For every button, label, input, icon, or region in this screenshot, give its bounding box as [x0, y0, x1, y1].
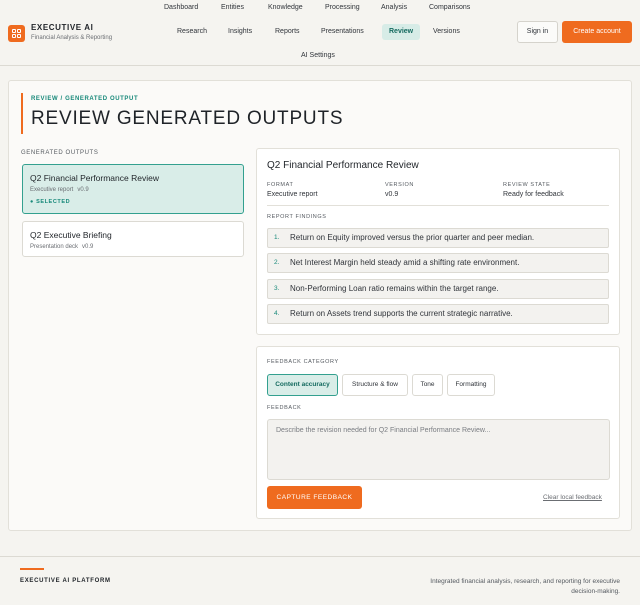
feedback-card: FEEDBACK CATEGORY Content accuracy Struc…: [256, 346, 620, 519]
finding-text: Net Interest Margin held steady amid a s…: [290, 258, 520, 267]
nav-insights[interactable]: Insights: [221, 24, 259, 40]
review-title: Q2 Financial Performance Review: [267, 160, 419, 171]
page-title: REVIEW GENERATED OUTPUTS: [31, 108, 344, 129]
nav-review[interactable]: Review: [382, 24, 421, 40]
footer-description: Integrated financial analysis, research,…: [430, 578, 620, 595]
category-chip-content-accuracy[interactable]: Content accuracy: [267, 374, 338, 396]
nav-reports[interactable]: Reports: [268, 24, 307, 40]
finding-text: Return on Equity improved versus the pri…: [290, 233, 535, 242]
site-footer: EXECUTIVE AI PLATFORM Integrated financi…: [0, 556, 640, 605]
finding-text: Non-Performing Loan ratio remains within…: [290, 284, 499, 293]
output-version: v0.9: [82, 244, 94, 250]
feedback-textarea[interactable]: [267, 419, 610, 480]
footer-accent-bar: [20, 568, 44, 570]
outputs-label: GENERATED OUTPUTS: [21, 150, 99, 156]
top-nav-entities[interactable]: Entities: [221, 4, 244, 11]
footer-brand: EXECUTIVE AI PLATFORM: [20, 578, 111, 584]
top-nav-analysis[interactable]: Analysis: [381, 4, 407, 11]
review-panel: REVIEW / GENERATED OUTPUT REVIEW GENERAT…: [8, 80, 632, 531]
output-type: Presentation deck: [30, 244, 79, 250]
capture-feedback-button[interactable]: CAPTURE FEEDBACK: [267, 486, 362, 509]
finding-item: 2. Net Interest Margin held steady amid …: [267, 253, 609, 273]
top-nav-dashboard[interactable]: Dashboard: [164, 4, 198, 11]
output-version: v0.9: [77, 187, 89, 193]
finding-number: 2.: [274, 259, 280, 266]
sign-in-button[interactable]: Sign in: [517, 21, 558, 43]
nav-versions[interactable]: Versions: [426, 24, 467, 40]
category-chip-tone[interactable]: Tone: [412, 374, 443, 396]
output-card-q2-briefing[interactable]: Q2 Executive Briefing Presentation deck v…: [22, 221, 244, 257]
clear-feedback-link[interactable]: Clear local feedback: [543, 494, 602, 501]
output-meta: Executive report v0.9: [30, 187, 89, 193]
output-card-q2-review[interactable]: Q2 Financial Performance Review Executiv…: [22, 164, 244, 214]
findings-label: REPORT FINDINGS: [267, 214, 327, 220]
finding-number: 1.: [274, 234, 280, 241]
review-detail-card: Q2 Financial Performance Review FORMAT E…: [256, 148, 620, 335]
page-title-block: REVIEW / GENERATED OUTPUT REVIEW GENERAT…: [21, 93, 343, 134]
meta-review-state: REVIEW STATE Ready for feedback: [503, 182, 564, 198]
selected-badge: ● SELECTED: [30, 199, 71, 205]
nav-ai-settings[interactable]: AI Settings: [301, 52, 335, 59]
nav-presentations[interactable]: Presentations: [314, 24, 371, 40]
finding-text: Return on Assets trend supports the curr…: [290, 309, 513, 318]
category-chip-structure-flow[interactable]: Structure & flow: [342, 374, 408, 396]
output-type: Executive report: [30, 187, 74, 193]
meta-version: VERSION v0.9: [385, 182, 414, 198]
output-title: Q2 Executive Briefing: [30, 230, 112, 240]
feedback-category-label: FEEDBACK CATEGORY: [267, 359, 339, 365]
output-meta: Presentation deck v0.9: [30, 244, 93, 250]
finding-item: 4. Return on Assets trend supports the c…: [267, 304, 609, 324]
top-nav: Dashboard Entities Knowledge Processing …: [0, 4, 640, 14]
finding-number: 4.: [274, 310, 280, 317]
category-chip-formatting[interactable]: Formatting: [447, 374, 495, 396]
feedback-label: FEEDBACK: [267, 405, 302, 411]
finding-item: 3. Non-Performing Loan ratio remains wit…: [267, 279, 609, 299]
top-nav-knowledge[interactable]: Knowledge: [268, 4, 303, 11]
breadcrumb[interactable]: REVIEW / GENERATED OUTPUT: [31, 96, 343, 102]
output-title: Q2 Financial Performance Review: [30, 173, 159, 183]
site-header: EXECUTIVE AI Financial Analysis & Report…: [0, 0, 640, 66]
meta-format: FORMAT Executive report: [267, 182, 318, 198]
top-nav-processing[interactable]: Processing: [325, 4, 360, 11]
finding-number: 3.: [274, 285, 280, 292]
top-nav-comparisons[interactable]: Comparisons: [429, 4, 470, 11]
divider: [267, 205, 609, 206]
finding-item: 1. Return on Equity improved versus the …: [267, 228, 609, 248]
create-account-button[interactable]: Create account: [562, 21, 632, 43]
nav-research[interactable]: Research: [170, 24, 214, 40]
